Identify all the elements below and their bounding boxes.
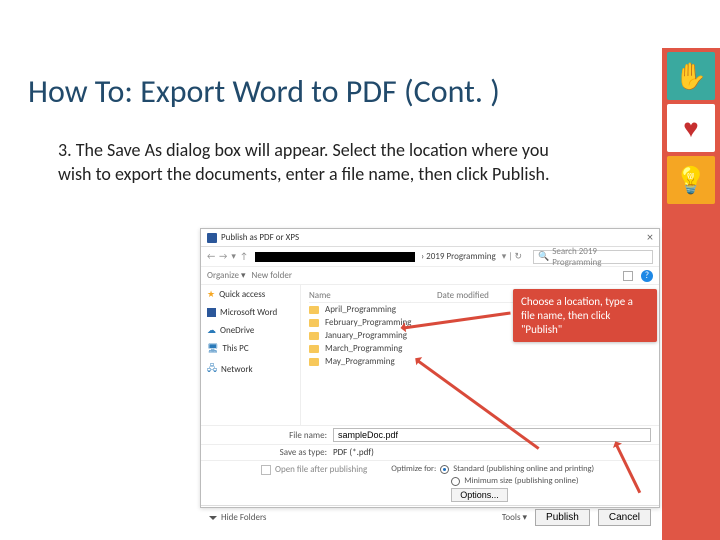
folder-row[interactable]: May_Programming [309, 355, 651, 368]
redacted-path [255, 252, 415, 262]
new-folder-button[interactable]: New folder [252, 270, 292, 281]
folder-icon [309, 319, 319, 327]
cancel-button[interactable]: Cancel [598, 509, 651, 526]
tools-menu[interactable]: Tools ▾ [502, 512, 527, 523]
network-icon: 🖧 [207, 361, 217, 377]
save-type-select[interactable]: PDF (*.pdf) [333, 447, 651, 458]
nav-pane: ★Quick access Microsoft Word ☁OneDrive 🖥… [201, 285, 301, 425]
nav-back-forward-icon[interactable]: ← → ▾ ↑ [207, 251, 249, 262]
publish-button[interactable]: Publish [535, 509, 590, 526]
word-icon [207, 308, 216, 317]
help-icon[interactable]: ? [641, 270, 653, 282]
address-bar[interactable]: ← → ▾ ↑ › 2019 Programming ▾ | ↻ 🔍 Searc… [201, 247, 659, 267]
nav-onedrive[interactable]: ☁OneDrive [207, 325, 294, 336]
folder-icon [309, 306, 319, 314]
save-type-label: Save as type: [261, 447, 327, 458]
slide-title: How To: Export Word to PDF (Cont. ) [28, 72, 500, 111]
col-date[interactable]: Date modified [437, 290, 507, 301]
hand-icon: ✋ [667, 52, 715, 100]
search-input[interactable]: 🔍 Search 2019 Programming [533, 250, 653, 264]
chevron-down-icon [209, 516, 217, 520]
ohio-heart-icon: ♥ [667, 104, 715, 152]
col-name[interactable]: Name [309, 290, 429, 301]
cloud-icon: ☁ [207, 325, 216, 336]
optimize-standard-radio[interactable]: Optimize for: Standard (publishing onlin… [391, 464, 594, 474]
search-icon: 🔍 [538, 251, 549, 262]
close-icon[interactable]: × [647, 231, 653, 245]
folder-icon [309, 358, 319, 366]
nav-this-pc[interactable]: 🖥This PC [207, 343, 294, 354]
radio-icon [451, 477, 460, 486]
checkbox-icon [261, 465, 271, 475]
lightbulb-icon: 💡 [667, 156, 715, 204]
nav-microsoft-word[interactable]: Microsoft Word [207, 307, 294, 318]
publish-dialog: Publish as PDF or XPS × ← → ▾ ↑ › 2019 P… [200, 228, 660, 508]
word-icon [207, 233, 217, 243]
file-name-input[interactable] [333, 428, 651, 442]
slide-sidebar: ✋ ♥ 💡 [662, 48, 720, 540]
dialog-title-text: Publish as PDF or XPS [221, 232, 299, 243]
folder-icon [309, 332, 319, 340]
open-after-publish-checkbox[interactable]: Open file after publishing [261, 464, 367, 475]
star-icon: ★ [207, 289, 215, 300]
instruction-callout: Choose a location, type a file name, the… [513, 289, 657, 342]
nav-quick-access[interactable]: ★Quick access [207, 289, 294, 300]
organize-menu[interactable]: Organize [207, 270, 246, 281]
hide-folders-toggle[interactable]: Hide Folders [209, 512, 266, 523]
breadcrumb-folder[interactable]: › 2019 Programming [421, 251, 496, 262]
file-name-label: File name: [261, 430, 327, 441]
dialog-toolbar: Organize New folder ? [201, 267, 659, 285]
file-list[interactable]: Name Date modified Type Size April_Progr… [301, 285, 659, 425]
nav-network[interactable]: 🖧Network [207, 361, 294, 377]
dialog-titlebar: Publish as PDF or XPS × [201, 229, 659, 247]
radio-icon [440, 465, 449, 474]
folder-icon [309, 345, 319, 353]
folder-row[interactable]: March_Programming [309, 342, 651, 355]
pc-icon: 🖥 [207, 343, 218, 354]
optimize-minimum-radio[interactable]: Minimum size (publishing online) [451, 476, 594, 486]
view-icon[interactable] [623, 271, 633, 281]
options-button[interactable]: Options... [451, 488, 508, 502]
step-instructions: 3. The Save As dialog box will appear. S… [58, 138, 578, 187]
